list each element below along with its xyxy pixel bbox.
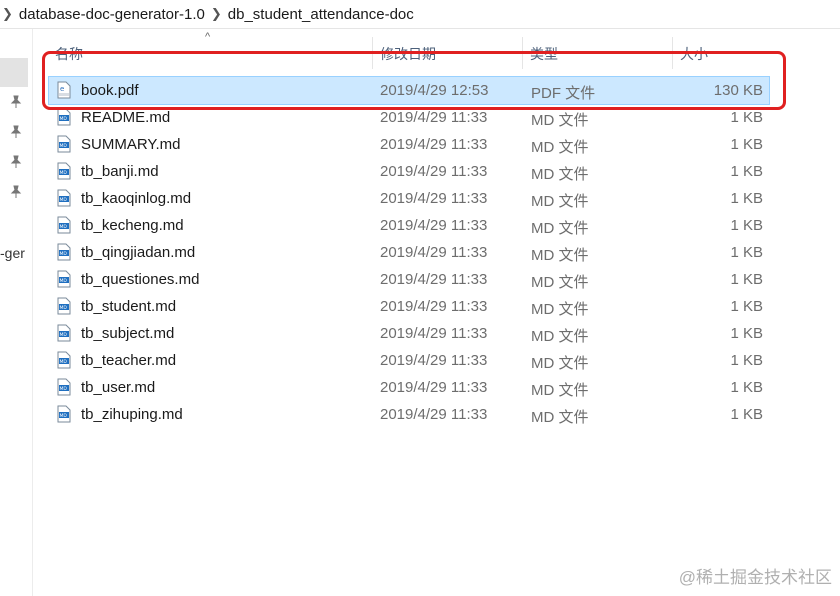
breadcrumb: ❯ database-doc-generator-1.0 ❯ db_studen… [0,0,840,29]
svg-text:MD: MD [60,305,68,311]
file-name: tb_kaoqinlog.md [81,190,192,207]
file-size: 1 KB [730,379,763,396]
file-row[interactable]: MD tb_user.md 2019/4/29 11:33 MD 文件 1 KB [49,374,769,401]
svg-text:MD: MD [60,386,68,392]
pin-icon[interactable] [10,125,22,139]
file-type: MD 文件 [531,382,589,399]
file-row[interactable]: MD tb_zihuping.md 2019/4/29 11:33 MD 文件 1 KB [49,401,769,428]
file-type: MD 文件 [531,220,589,237]
file-type: MD 文件 [531,193,589,210]
file-modified-date: 2019/4/29 11:33 [380,163,488,180]
file-name: tb_teacher.md [81,352,177,369]
file-type: MD 文件 [531,274,589,291]
file-row[interactable]: MD tb_teacher.md 2019/4/29 11:33 MD 文件 1 KB [49,347,769,374]
file-row[interactable]: MD tb_banji.md 2019/4/29 11:33 MD 文件 1 KB [49,158,769,185]
file-type: MD 文件 [531,112,589,129]
file-name: tb_student.md [81,298,177,315]
file-type: MD 文件 [531,166,589,183]
md-file-icon: MD [57,351,71,369]
file-name: tb_subject.md [81,325,175,342]
svg-text:MD: MD [60,359,68,365]
file-row[interactable]: MD SUMMARY.md 2019/4/29 11:33 MD 文件 1 KB [49,131,769,158]
file-row[interactable]: MD tb_kecheng.md 2019/4/29 11:33 MD 文件 1 KB [49,212,769,239]
pin-icon[interactable] [10,155,22,169]
file-type: MD 文件 [531,328,589,345]
file-modified-date: 2019/4/29 11:33 [380,190,488,207]
file-modified-date: 2019/4/29 11:33 [380,325,488,342]
file-name: README.md [81,109,171,126]
file-name: tb_user.md [81,379,156,396]
file-size: 1 KB [730,109,763,126]
chevron-right-icon[interactable]: ❯ [2,6,13,22]
svg-text:MD: MD [60,224,68,230]
navigation-pane: -ger [0,29,33,596]
md-file-icon: MD [57,270,71,288]
sort-up-icon: ^ [205,31,211,43]
file-size: 1 KB [730,190,763,207]
file-type: MD 文件 [531,355,589,372]
md-file-icon: MD [57,324,71,342]
file-type: MD 文件 [531,301,589,318]
file-name: tb_kecheng.md [81,217,184,234]
svg-text:MD: MD [60,251,68,257]
file-modified-date: 2019/4/29 11:33 [380,244,488,261]
file-name: tb_questiones.md [81,271,200,288]
svg-text:MD: MD [60,413,68,419]
file-name: tb_zihuping.md [81,406,183,423]
file-size: 1 KB [730,136,763,153]
md-file-icon: MD [57,162,71,180]
svg-text:MD: MD [60,170,68,176]
file-name: tb_banji.md [81,163,159,180]
breadcrumb-item-current[interactable]: db_student_attendance-doc [228,6,414,23]
md-file-icon: MD [57,216,71,234]
file-name: SUMMARY.md [81,136,181,153]
md-file-icon: MD [57,189,71,207]
svg-text:MD: MD [60,116,68,122]
annotation-highlight-box [42,51,786,110]
file-type: MD 文件 [531,409,589,426]
svg-text:MD: MD [60,143,68,149]
md-file-icon: MD [57,297,71,315]
pin-icon[interactable] [10,185,22,199]
file-modified-date: 2019/4/29 11:33 [380,217,488,234]
md-file-icon: MD [57,135,71,153]
file-size: 1 KB [730,352,763,369]
file-size: 1 KB [730,271,763,288]
file-row[interactable]: MD tb_qingjiadan.md 2019/4/29 11:33 MD 文件 1 … [49,239,769,266]
file-modified-date: 2019/4/29 11:33 [380,109,488,126]
file-modified-date: 2019/4/29 11:33 [380,352,488,369]
chevron-right-icon[interactable]: ❯ [211,6,222,22]
file-list: e book.pdf 2019/4/29 12:53 PDF 文件 130 KB MD RE… [48,76,770,428]
file-size: 1 KB [730,406,763,423]
file-row[interactable]: MD tb_student.md 2019/4/29 11:33 MD 文件 1 KB [49,293,769,320]
file-row[interactable]: MD tb_questiones.md 2019/4/29 11:33 MD 文件 1 … [49,266,769,293]
svg-text:MD: MD [60,197,68,203]
file-row[interactable]: MD tb_kaoqinlog.md 2019/4/29 11:33 MD 文件 1 K… [49,185,769,212]
file-modified-date: 2019/4/29 11:33 [380,136,488,153]
file-modified-date: 2019/4/29 11:33 [380,298,488,315]
nav-item-highlighted[interactable] [0,58,28,87]
breadcrumb-item-parent[interactable]: database-doc-generator-1.0 [19,6,205,23]
file-type: MD 文件 [531,139,589,156]
file-size: 1 KB [730,298,763,315]
file-name: tb_qingjiadan.md [81,244,196,261]
md-file-icon: MD [57,108,71,126]
file-size: 1 KB [730,217,763,234]
svg-text:MD: MD [60,278,68,284]
file-row[interactable]: MD tb_subject.md 2019/4/29 11:33 MD 文件 1 KB [49,320,769,347]
svg-text:MD: MD [60,332,68,338]
file-modified-date: 2019/4/29 11:33 [380,406,488,423]
file-modified-date: 2019/4/29 11:33 [380,379,488,396]
watermark: @稀土掘金技术社区 [678,568,832,587]
file-size: 1 KB [730,163,763,180]
pin-icon[interactable] [10,95,22,109]
md-file-icon: MD [57,243,71,261]
file-size: 1 KB [730,325,763,342]
md-file-icon: MD [57,378,71,396]
nav-item-label[interactable]: -ger [0,245,25,261]
file-modified-date: 2019/4/29 11:33 [380,271,488,288]
file-type: MD 文件 [531,247,589,264]
md-file-icon: MD [57,405,71,423]
file-size: 1 KB [730,244,763,261]
